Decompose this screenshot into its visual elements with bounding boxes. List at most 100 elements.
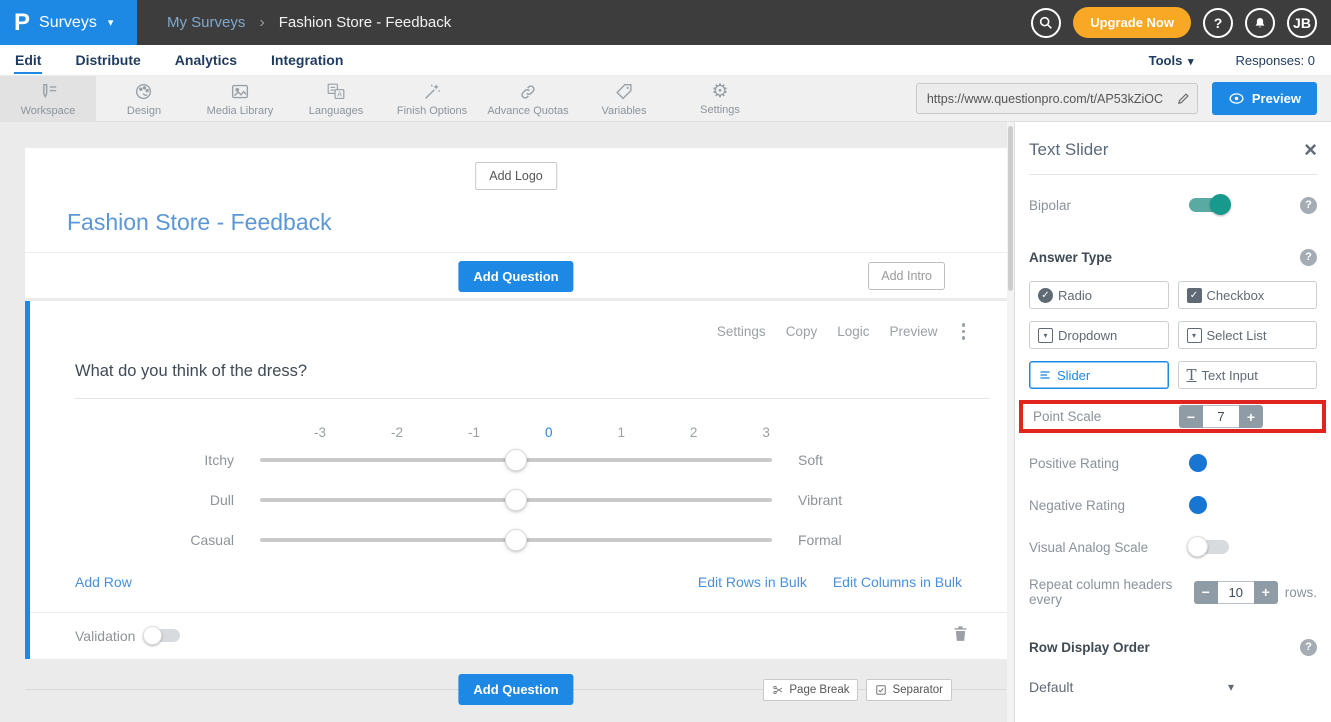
slider-handle[interactable] bbox=[505, 449, 527, 471]
answer-type-slider[interactable]: Slider bbox=[1029, 361, 1169, 389]
product-name: Surveys bbox=[39, 14, 97, 32]
add-question-button-bottom[interactable]: Add Question bbox=[458, 674, 573, 705]
slider-row-itchy-soft: Itchy Soft bbox=[30, 440, 1007, 480]
scrollbar-thumb[interactable] bbox=[1008, 126, 1013, 291]
repeat-headers-value[interactable]: 10 bbox=[1218, 581, 1254, 604]
question-copy-link[interactable]: Copy bbox=[786, 324, 818, 339]
tab-distribute[interactable]: Distribute bbox=[74, 47, 141, 74]
vertical-scrollbar[interactable] bbox=[1007, 122, 1014, 722]
toolbar-item-languages[interactable]: A Languages bbox=[288, 76, 384, 121]
answer-type-text-input[interactable]: TText Input bbox=[1178, 361, 1318, 389]
positive-rating-color-swatch[interactable] bbox=[1189, 454, 1207, 472]
help-button[interactable]: ? bbox=[1203, 8, 1233, 38]
point-scale-value[interactable]: 7 bbox=[1203, 405, 1239, 428]
checked-box-icon bbox=[875, 684, 887, 696]
page-break-button[interactable]: Page Break bbox=[763, 679, 858, 701]
tab-analytics[interactable]: Analytics bbox=[174, 47, 238, 74]
trash-icon bbox=[952, 624, 969, 643]
visual-analog-label: Visual Analog Scale bbox=[1029, 540, 1148, 555]
panel-divider bbox=[1029, 174, 1317, 175]
tools-menu[interactable]: Tools ▾ bbox=[1149, 53, 1194, 68]
validation-toggle[interactable] bbox=[145, 629, 180, 642]
chevron-down-icon: ▾ bbox=[1228, 680, 1234, 694]
answer-type-grid: Radio Checkbox ▾Dropdown ▾Select List Sl… bbox=[1029, 281, 1317, 389]
question-text[interactable]: What do you think of the dress? bbox=[75, 362, 1007, 381]
answer-type-help-icon[interactable]: ? bbox=[1300, 249, 1317, 266]
edit-pencil-icon[interactable] bbox=[1176, 91, 1191, 106]
positive-rating-row: Positive Rating bbox=[1029, 451, 1317, 475]
toolbar-item-media-library[interactable]: Media Library bbox=[192, 76, 288, 121]
repeat-headers-row: Repeat column headers every − 10 + rows. bbox=[1029, 577, 1317, 607]
wand-icon bbox=[421, 81, 443, 103]
negative-rating-label: Negative Rating bbox=[1029, 498, 1125, 513]
toolbar-item-settings[interactable]: ⚙ Settings bbox=[672, 76, 768, 121]
upgrade-now-button[interactable]: Upgrade Now bbox=[1073, 7, 1191, 38]
toolbar-item-design[interactable]: Design bbox=[96, 76, 192, 121]
toolbar-item-finish-options[interactable]: Finish Options bbox=[384, 76, 480, 121]
add-question-button-top[interactable]: Add Question bbox=[458, 261, 573, 292]
slider-track[interactable] bbox=[260, 440, 772, 480]
row-display-order-dropdown[interactable]: Default ▾ bbox=[1029, 679, 1234, 695]
slider-track[interactable] bbox=[260, 480, 772, 520]
add-question-band: Add Question Page Break Separator bbox=[25, 659, 1007, 721]
add-logo-button[interactable]: Add Logo bbox=[475, 162, 557, 190]
slider-handle[interactable] bbox=[505, 529, 527, 551]
scale-label-zero: 0 bbox=[545, 425, 553, 440]
preview-button[interactable]: Preview bbox=[1212, 82, 1317, 115]
decrement-button[interactable]: − bbox=[1194, 581, 1218, 604]
answer-type-radio[interactable]: Radio bbox=[1029, 281, 1169, 309]
increment-button[interactable]: + bbox=[1239, 405, 1263, 428]
survey-title-section: Add Logo Fashion Store - Feedback bbox=[25, 148, 1007, 253]
negative-rating-color-swatch[interactable] bbox=[1189, 496, 1207, 514]
decrement-button[interactable]: − bbox=[1179, 405, 1203, 428]
visual-analog-row: Visual Analog Scale bbox=[1029, 535, 1317, 559]
avatar-initials: JB bbox=[1293, 15, 1311, 31]
add-intro-button[interactable]: Add Intro bbox=[868, 262, 945, 290]
answer-type-dropdown[interactable]: ▾Dropdown bbox=[1029, 321, 1169, 349]
tab-edit[interactable]: Edit bbox=[14, 47, 42, 74]
surveys-product-menu[interactable]: P Surveys ▾ bbox=[0, 0, 137, 45]
breadcrumb-my-surveys[interactable]: My Surveys bbox=[167, 14, 245, 31]
tab-integration[interactable]: Integration bbox=[270, 47, 344, 74]
slider-left-label[interactable]: Itchy bbox=[30, 452, 260, 468]
panel-title: Text Slider bbox=[1029, 140, 1108, 160]
answer-type-select-list[interactable]: ▾Select List bbox=[1178, 321, 1318, 349]
slider-left-label[interactable]: Casual bbox=[30, 532, 260, 548]
search-button[interactable] bbox=[1031, 8, 1061, 38]
slider-right-label[interactable]: Formal bbox=[772, 532, 842, 548]
question-preview-link[interactable]: Preview bbox=[889, 324, 937, 339]
responses-count[interactable]: Responses: 0 bbox=[1236, 53, 1316, 68]
question-logic-link[interactable]: Logic bbox=[837, 324, 869, 339]
edit-columns-in-bulk-link[interactable]: Edit Columns in Bulk bbox=[833, 574, 962, 590]
close-panel-button[interactable]: × bbox=[1304, 139, 1317, 161]
slider-left-label[interactable]: Dull bbox=[30, 492, 260, 508]
tag-icon bbox=[613, 81, 635, 103]
toolbar-item-workspace[interactable]: Workspace bbox=[0, 76, 96, 121]
separator-button[interactable]: Separator bbox=[866, 679, 952, 701]
visual-analog-toggle[interactable] bbox=[1189, 540, 1229, 554]
question-divider bbox=[75, 398, 990, 399]
slider-right-label[interactable]: Soft bbox=[772, 452, 823, 468]
delete-question-button[interactable] bbox=[952, 624, 969, 648]
question-settings-link[interactable]: Settings bbox=[717, 324, 766, 339]
bipolar-help-icon[interactable]: ? bbox=[1300, 197, 1317, 214]
notifications-button[interactable] bbox=[1245, 8, 1275, 38]
add-row-link[interactable]: Add Row bbox=[75, 574, 132, 590]
slider-handle[interactable] bbox=[505, 489, 527, 511]
user-avatar[interactable]: JB bbox=[1287, 8, 1317, 38]
slider-track[interactable] bbox=[260, 520, 772, 560]
kebab-menu-icon[interactable] bbox=[958, 321, 970, 342]
bipolar-toggle[interactable] bbox=[1189, 198, 1229, 212]
slider-right-label[interactable]: Vibrant bbox=[772, 492, 842, 508]
row-display-order-help-icon[interactable]: ? bbox=[1300, 639, 1317, 656]
edit-rows-in-bulk-link[interactable]: Edit Rows in Bulk bbox=[698, 574, 807, 590]
repeat-headers-stepper: − 10 + bbox=[1194, 581, 1278, 604]
survey-title[interactable]: Fashion Store - Feedback bbox=[67, 209, 332, 236]
palette-icon bbox=[133, 81, 155, 103]
slider-row-casual-formal: Casual Formal bbox=[30, 520, 1007, 560]
increment-button[interactable]: + bbox=[1254, 581, 1278, 604]
survey-url-input[interactable] bbox=[927, 92, 1176, 106]
toolbar-item-advance-quotas[interactable]: Advance Quotas bbox=[480, 76, 576, 121]
answer-type-checkbox[interactable]: Checkbox bbox=[1178, 281, 1318, 309]
toolbar-item-variables[interactable]: Variables bbox=[576, 76, 672, 121]
